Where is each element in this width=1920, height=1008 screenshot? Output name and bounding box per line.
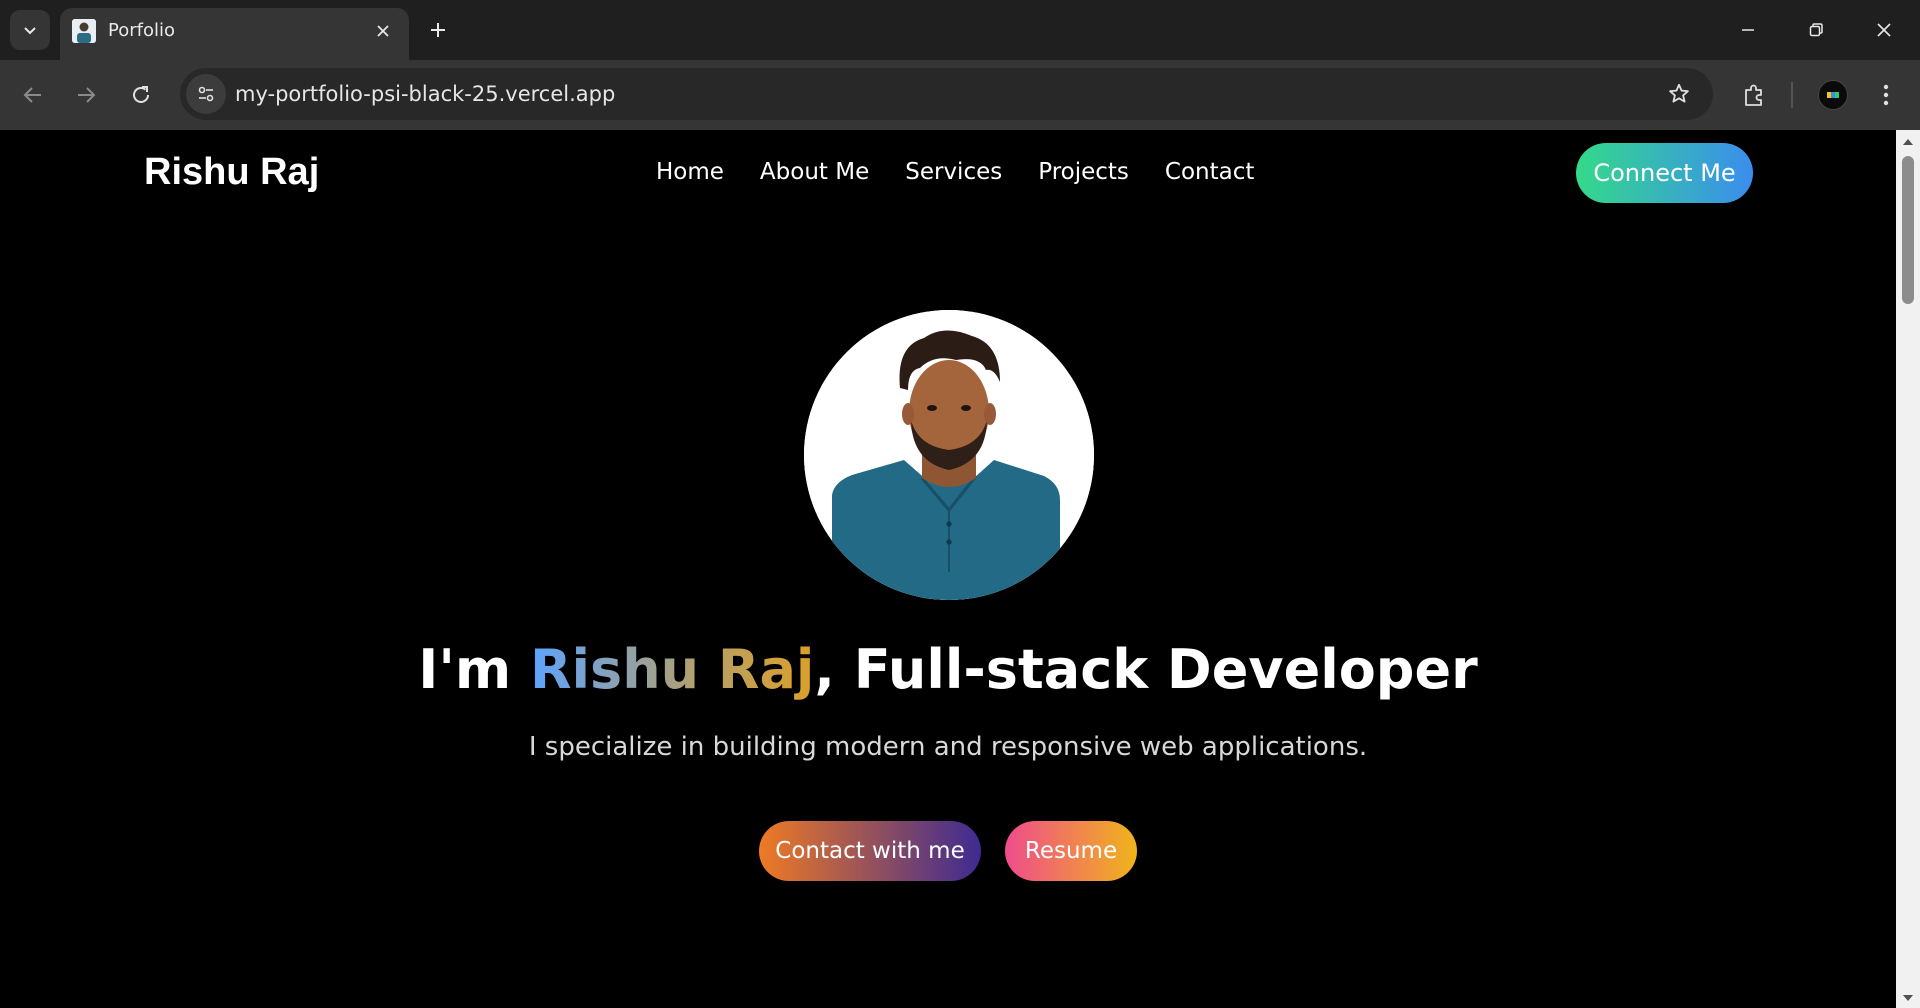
connect-me-button[interactable]: Connect Me xyxy=(1576,143,1753,203)
profile-icon xyxy=(1827,92,1839,98)
scroll-down-button[interactable] xyxy=(1896,988,1920,1008)
puzzle-icon xyxy=(1745,84,1762,106)
restore-icon xyxy=(1809,23,1823,37)
resume-button[interactable]: Resume xyxy=(1005,821,1137,881)
tab-search-button[interactable] xyxy=(10,10,50,50)
site-logo[interactable]: Rishu Raj xyxy=(144,148,319,196)
arrow-right-icon xyxy=(78,87,96,103)
toolbar-separator xyxy=(1791,82,1793,108)
contact-with-me-button[interactable]: Contact with me xyxy=(759,821,981,881)
chevron-down-icon xyxy=(24,27,36,35)
plus-icon xyxy=(431,23,445,37)
arrow-left-icon xyxy=(23,87,41,103)
profile-avatar[interactable] xyxy=(1818,80,1848,110)
hero-subtitle: I specialize in building modern and resp… xyxy=(528,732,1368,762)
back-button[interactable] xyxy=(13,75,53,115)
hero-cta-row: Contact with me Resume xyxy=(0,821,1896,881)
nav-contact[interactable]: Contact xyxy=(1165,156,1254,188)
scroll-up-button[interactable] xyxy=(1896,132,1920,152)
reload-icon xyxy=(133,86,149,103)
page-scrollbar[interactable] xyxy=(1896,130,1920,1008)
minimize-button[interactable] xyxy=(1714,0,1782,60)
triangle-down-icon xyxy=(1903,995,1913,1001)
star-icon xyxy=(1669,83,1689,103)
nav-about-me[interactable]: About Me xyxy=(760,156,869,188)
url-text[interactable]: my-portfolio-psi-black-25.vercel.app xyxy=(235,81,615,107)
tab-title: Porfolio xyxy=(108,20,175,41)
tab-close-button[interactable] xyxy=(369,17,397,45)
tune-icon xyxy=(198,86,214,102)
nav-home[interactable]: Home xyxy=(656,156,724,188)
address-bar[interactable]: my-portfolio-psi-black-25.vercel.app xyxy=(180,68,1713,120)
restore-button[interactable] xyxy=(1782,0,1850,60)
extensions-button[interactable] xyxy=(1734,75,1774,115)
reload-button[interactable] xyxy=(121,75,161,115)
forward-button[interactable] xyxy=(66,75,106,115)
profile-photo xyxy=(804,310,1094,600)
bookmark-button[interactable] xyxy=(1661,76,1697,112)
triangle-up-icon xyxy=(1903,139,1913,145)
page-viewport: Rishu Raj Home About Me Services Project… xyxy=(0,130,1896,1008)
browser-toolbar: my-portfolio-psi-black-25.vercel.app xyxy=(0,60,1920,130)
minimize-icon xyxy=(1742,29,1754,31)
tab-favicon xyxy=(72,19,96,43)
browser-tab-bar: Porfolio xyxy=(0,0,1920,60)
hero-headline: I'm Rishu Raj, Full-stack Developer xyxy=(0,637,1896,703)
nav-projects[interactable]: Projects xyxy=(1038,156,1129,188)
close-icon xyxy=(377,25,389,37)
nav-services[interactable]: Services xyxy=(905,156,1002,188)
site-nav: Home About Me Services Projects Contact xyxy=(656,156,1254,188)
active-tab[interactable]: Porfolio xyxy=(60,8,409,60)
site-info-button[interactable] xyxy=(186,74,226,114)
browser-menu-button[interactable] xyxy=(1868,75,1904,115)
scroll-thumb[interactable] xyxy=(1902,156,1914,304)
close-icon xyxy=(1877,23,1891,37)
new-tab-button[interactable] xyxy=(420,12,456,48)
kebab-menu-icon xyxy=(1883,84,1889,106)
headline-prefix: I'm xyxy=(418,638,530,701)
headline-suffix: , Full-stack Developer xyxy=(814,638,1478,701)
headline-name: Rishu Raj xyxy=(529,638,815,701)
close-window-button[interactable] xyxy=(1850,0,1918,60)
